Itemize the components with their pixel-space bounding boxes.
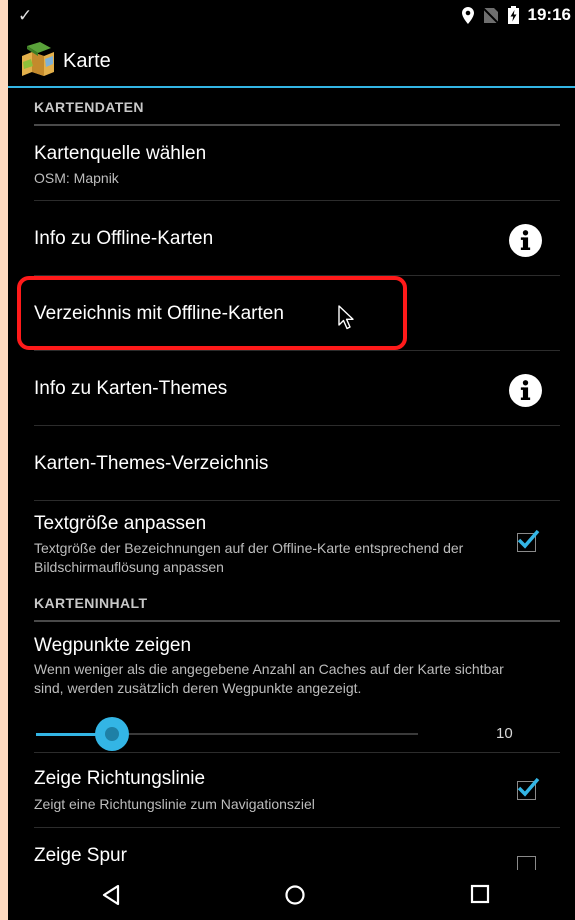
pref-show-track[interactable]: Zeige Spur: [34, 828, 560, 875]
navigation-bar: [8, 870, 575, 920]
pref-summary: OSM: Mapnik: [34, 170, 119, 186]
pref-text-size[interactable]: Textgröße anpassen Textgröße der Bezeich…: [34, 501, 560, 585]
pref-direction-line[interactable]: Zeige Richtungslinie Zeigt eine Richtung…: [34, 753, 560, 828]
pref-title: Textgröße anpassen: [34, 513, 207, 534]
location-pin-icon: [461, 6, 474, 24]
direction-line-checkbox[interactable]: [517, 777, 540, 800]
status-bar: ✓ 19:16: [8, 0, 575, 36]
waypoints-slider[interactable]: [36, 717, 418, 751]
pref-summary: Zeigt eine Richtungslinie zum Navigation…: [34, 796, 315, 812]
pref-title: Kartenquelle wählen: [34, 143, 207, 164]
section-header-kartendaten: KARTENDATEN: [34, 90, 560, 126]
text-size-checkbox[interactable]: [517, 529, 540, 552]
pref-title: Zeige Richtungslinie: [34, 768, 206, 789]
action-bar: Karte: [8, 36, 575, 88]
info-icon[interactable]: [509, 374, 542, 407]
app-map-icon[interactable]: [20, 42, 56, 78]
pref-map-source[interactable]: Kartenquelle wählen OSM: Mapnik: [34, 126, 560, 201]
status-icons: 19:16: [461, 5, 571, 25]
mouse-cursor-icon: [338, 305, 354, 330]
section-header-karteninhalt: KARTENINHALT: [34, 586, 560, 622]
status-time: 19:16: [527, 5, 571, 24]
checkmark-icon: [517, 529, 540, 549]
pref-summary: Textgröße der Bezeichnungen auf der Offl…: [34, 540, 464, 575]
actionbar-title: Karte: [63, 50, 111, 72]
pref-title: Info zu Karten-Themes: [34, 378, 228, 399]
android-screen: ✓ 19:16 Karte KARTENDATEN Kartenquelle w…: [8, 0, 575, 920]
pref-map-themes-info[interactable]: Info zu Karten-Themes: [34, 351, 560, 426]
no-sim-icon: [482, 6, 499, 24]
pref-summary: Wenn weniger als die angegebene Anzahl a…: [34, 661, 504, 696]
pref-offline-maps-info[interactable]: Info zu Offline-Karten: [34, 201, 560, 276]
back-icon[interactable]: [101, 884, 121, 906]
checkmark-icon: [517, 777, 540, 797]
checkmark-notification-icon: ✓: [18, 6, 33, 25]
pref-title: Wegpunkte zeigen: [34, 635, 192, 656]
home-icon[interactable]: [284, 884, 306, 906]
pref-title: Info zu Offline-Karten: [34, 228, 214, 249]
pref-title: Karten-Themes-Verzeichnis: [34, 453, 269, 474]
slider-value: 10: [496, 725, 513, 742]
battery-charging-icon: [507, 6, 519, 24]
info-icon[interactable]: [509, 224, 542, 257]
pref-title: Zeige Spur: [34, 845, 127, 866]
pref-map-themes-directory[interactable]: Karten-Themes-Verzeichnis: [34, 426, 560, 501]
recent-apps-icon[interactable]: [470, 884, 490, 904]
